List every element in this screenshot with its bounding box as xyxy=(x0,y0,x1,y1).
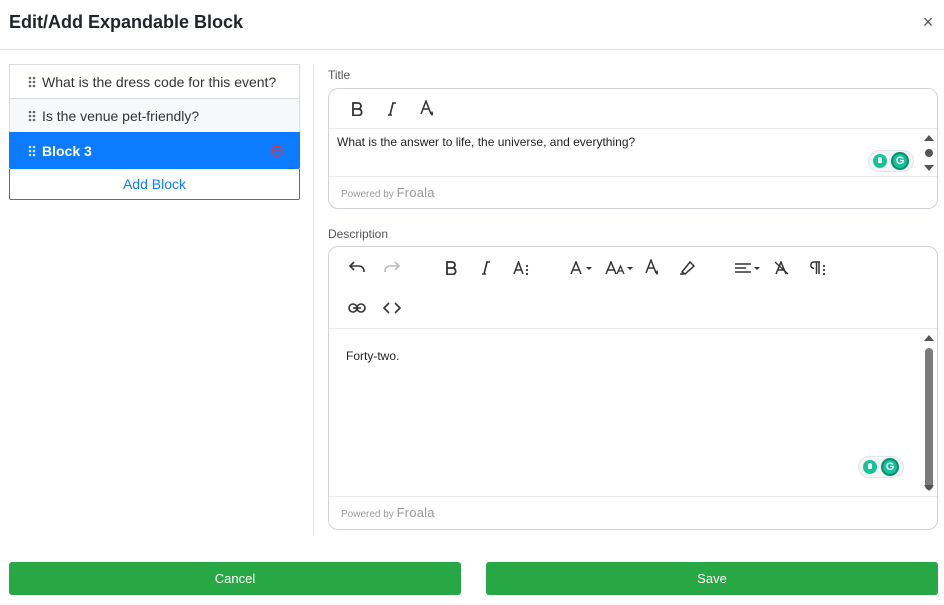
text-color-button[interactable] xyxy=(639,255,665,281)
more-text-icon xyxy=(513,261,529,275)
block-list: What is the dress code for this event? I… xyxy=(9,64,300,200)
cancel-button[interactable]: Cancel xyxy=(9,562,461,595)
grammarly-badge[interactable]: G xyxy=(858,456,904,478)
description-toolbar xyxy=(329,247,937,329)
lightbulb-icon xyxy=(863,460,877,474)
block-item-1[interactable]: What is the dress code for this event? xyxy=(9,64,300,98)
more-text-button[interactable] xyxy=(509,255,535,281)
powered-by[interactable]: Powered by Froala xyxy=(341,505,435,520)
italic-icon xyxy=(388,102,396,116)
title-editor: What is the answer to life, the universe… xyxy=(328,88,938,209)
paragraph-icon xyxy=(810,261,826,275)
font-size-button[interactable] xyxy=(604,255,636,281)
block-item-2[interactable]: Is the venue pet-friendly? xyxy=(9,98,300,132)
modal-title: Edit/Add Expandable Block xyxy=(9,12,244,32)
drag-handle-icon[interactable] xyxy=(28,110,36,122)
font-family-icon xyxy=(570,261,592,275)
bold-button[interactable] xyxy=(344,96,370,122)
grammarly-icon: G xyxy=(891,152,909,170)
froala-logo: Froala xyxy=(396,505,435,520)
modal-header: Edit/Add Expandable Block × xyxy=(0,0,944,50)
redo-button[interactable] xyxy=(379,255,405,281)
font-size-icon xyxy=(605,261,633,275)
code-icon xyxy=(383,302,401,314)
redo-icon xyxy=(384,261,401,272)
bold-button[interactable] xyxy=(438,255,464,281)
text-color-icon xyxy=(645,259,659,275)
grammarly-icon: G xyxy=(881,458,899,476)
save-button[interactable]: Save xyxy=(486,562,938,595)
align-button[interactable] xyxy=(733,255,763,281)
close-icon: × xyxy=(922,12,934,32)
powered-divider xyxy=(329,496,937,497)
scroll-thumb[interactable] xyxy=(925,348,933,490)
scroll-up-icon[interactable] xyxy=(924,135,934,141)
italic-icon xyxy=(482,261,490,275)
text-color-button[interactable] xyxy=(414,96,440,122)
title-label: Title xyxy=(328,68,351,82)
block-label: Block 3 xyxy=(42,143,92,159)
title-toolbar xyxy=(329,89,937,129)
bold-icon xyxy=(352,102,363,116)
block-item-3[interactable]: Block 3 xyxy=(9,132,300,168)
italic-button[interactable] xyxy=(473,255,499,281)
title-content[interactable]: What is the answer to life, the universe… xyxy=(337,135,635,149)
grammarly-badge[interactable]: G xyxy=(868,150,914,172)
paragraph-format-button[interactable] xyxy=(805,255,831,281)
powered-by-prefix: Powered by xyxy=(341,189,394,200)
scroll-up-icon[interactable] xyxy=(924,335,934,341)
powered-by-prefix: Powered by xyxy=(341,509,394,520)
froala-logo: Froala xyxy=(396,185,435,200)
close-button[interactable]: × xyxy=(920,12,936,32)
undo-icon xyxy=(348,261,365,272)
lightbulb-icon xyxy=(873,154,887,168)
clear-formatting-button[interactable] xyxy=(769,255,795,281)
powered-divider xyxy=(329,176,937,177)
text-color-icon xyxy=(420,100,434,116)
powered-by[interactable]: Powered by Froala xyxy=(341,185,435,200)
insert-link-button[interactable] xyxy=(344,295,370,321)
scroll-down-icon[interactable] xyxy=(924,485,934,491)
link-icon xyxy=(348,303,366,313)
description-content[interactable]: Forty-two. xyxy=(346,349,399,363)
block-label: What is the dress code for this event? xyxy=(42,74,277,90)
highlighter-icon xyxy=(680,261,695,275)
column-divider xyxy=(313,64,314,536)
description-label: Description xyxy=(328,227,389,241)
font-family-button[interactable] xyxy=(569,255,595,281)
code-view-button[interactable] xyxy=(379,295,405,321)
delete-icon[interactable] xyxy=(271,145,283,157)
highlight-button[interactable] xyxy=(674,255,700,281)
clear-formatting-icon xyxy=(774,261,789,275)
drag-handle-icon[interactable] xyxy=(28,145,36,157)
scroll-thumb[interactable] xyxy=(925,149,933,157)
scroll-down-icon[interactable] xyxy=(924,165,934,171)
align-icon xyxy=(735,263,760,273)
undo-button[interactable] xyxy=(344,255,370,281)
italic-button[interactable] xyxy=(379,96,405,122)
description-editor: Forty-two. G Powered by Froala xyxy=(328,246,938,530)
block-label: Is the venue pet-friendly? xyxy=(42,108,200,124)
drag-handle-icon[interactable] xyxy=(28,76,36,88)
add-block-button[interactable]: Add Block xyxy=(9,168,300,200)
bold-icon xyxy=(446,261,457,275)
